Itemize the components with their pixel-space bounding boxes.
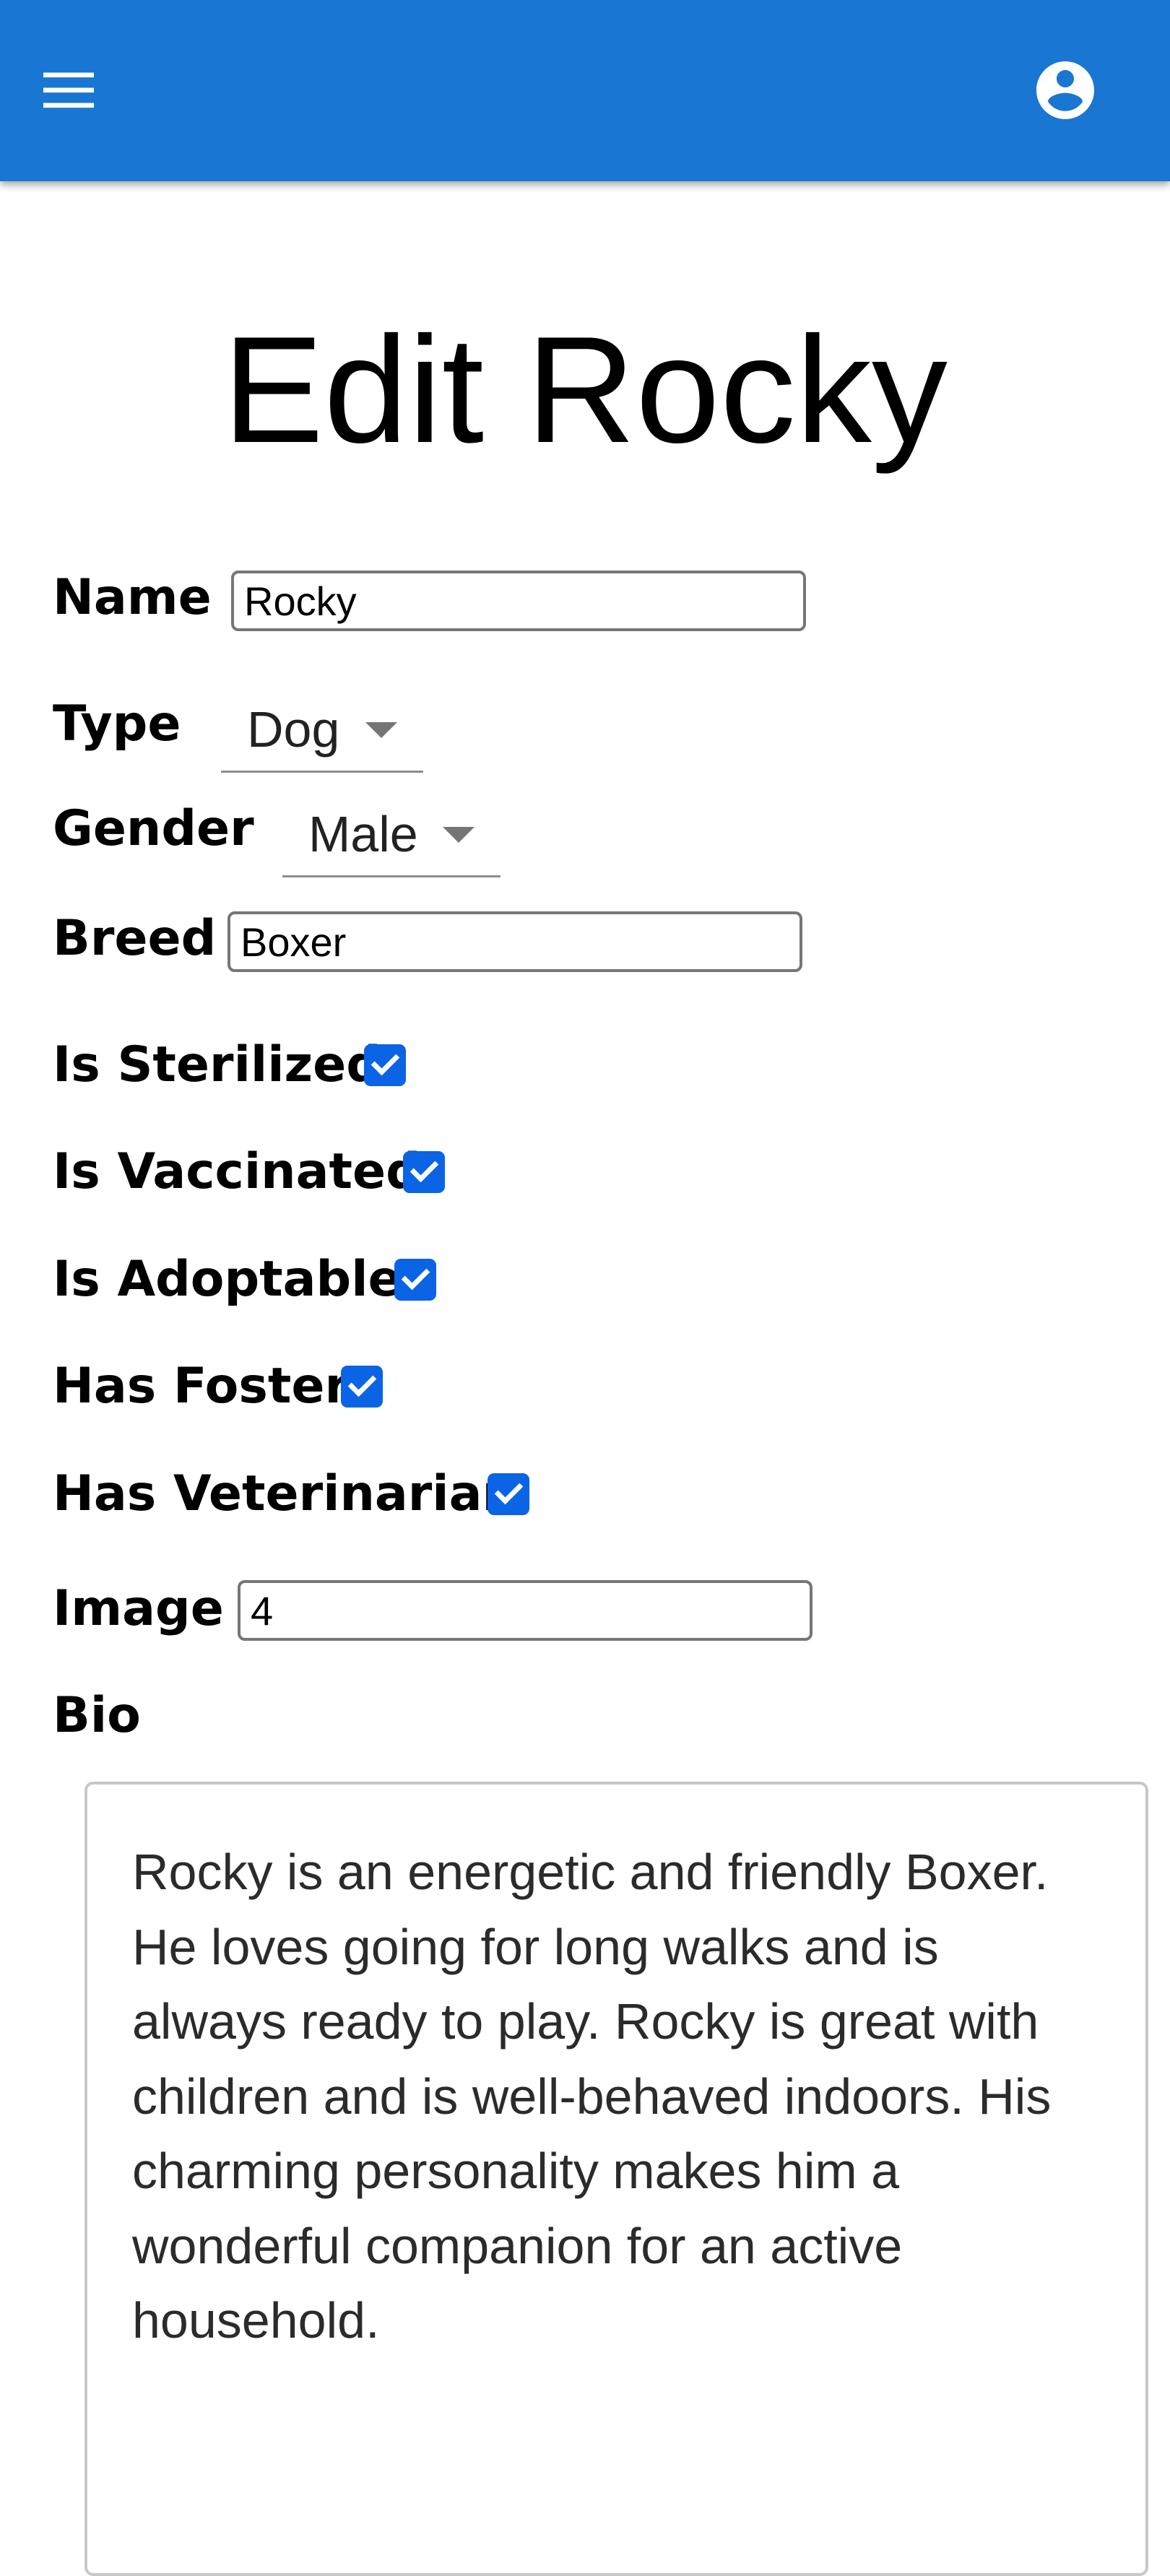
has-veterinarian-checkbox[interactable]: [488, 1473, 529, 1515]
hamburger-menu-icon: [43, 72, 94, 108]
is-adoptable-label: Is Adoptable: [53, 1251, 402, 1308]
is-sterilized-checkbox[interactable]: [364, 1044, 406, 1086]
breed-label: Breed: [53, 910, 217, 967]
is-adoptable-checkbox[interactable]: [394, 1259, 436, 1301]
account-circle-icon: [1036, 61, 1094, 119]
has-veterinarian-label: Has Veterinarian: [53, 1465, 517, 1522]
type-select-value: Dog: [247, 701, 340, 758]
chevron-down-icon: [365, 722, 397, 738]
type-label: Type: [53, 695, 181, 753]
name-input[interactable]: [231, 571, 806, 631]
has-foster-checkbox[interactable]: [341, 1366, 383, 1408]
is-vaccinated-checkbox[interactable]: [403, 1151, 445, 1193]
image-input[interactable]: [238, 1580, 812, 1641]
gender-select-value: Male: [308, 806, 418, 862]
image-label: Image: [53, 1580, 224, 1637]
app-bar: [0, 0, 1170, 181]
breed-input[interactable]: [228, 911, 802, 972]
page-title: Edit Rocky: [222, 305, 948, 474]
is-vaccinated-label: Is Vaccinated: [53, 1143, 421, 1200]
name-label: Name: [53, 569, 212, 626]
gender-label: Gender: [53, 800, 254, 857]
menu-button[interactable]: [29, 51, 108, 130]
bio-label: Bio: [53, 1687, 141, 1744]
type-select[interactable]: Dog: [221, 693, 423, 773]
bio-textarea[interactable]: Rocky is an energetic and friendly Boxer…: [84, 1782, 1148, 2576]
chevron-down-icon: [443, 827, 474, 843]
account-button[interactable]: [1026, 51, 1105, 130]
gender-select[interactable]: Male: [282, 798, 500, 877]
has-foster-label: Has Foster: [53, 1358, 349, 1415]
is-sterilized-label: Is Sterilized: [53, 1036, 381, 1093]
